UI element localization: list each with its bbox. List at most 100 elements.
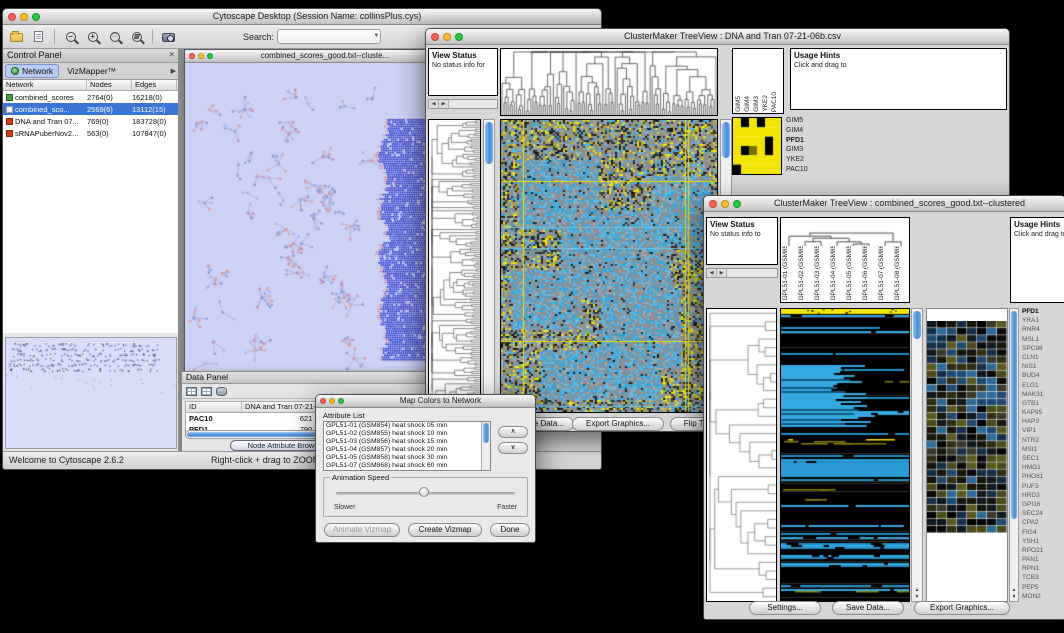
minimize-button[interactable] <box>721 200 729 208</box>
row-label[interactable]: PFD1 <box>786 137 826 144</box>
attribute-item[interactable]: GPL51-01 (GSM854) heat shock 05 min <box>324 422 490 430</box>
gene-label[interactable]: CPA2 <box>1022 519 1064 526</box>
column-header[interactable]: Edges <box>132 80 177 90</box>
gene-label[interactable]: TCB3 <box>1022 574 1064 581</box>
zoom-heatmap-canvas[interactable] <box>927 321 1007 533</box>
column-label[interactable]: GPL51-05 (GSM858) <box>845 246 861 300</box>
row-dendrogram-canvas[interactable] <box>707 309 776 601</box>
scroll-up-icon[interactable]: ▲ <box>1010 587 1018 594</box>
row-label[interactable]: PAC10 <box>786 166 826 173</box>
gene-label[interactable]: HRD3 <box>1022 492 1064 499</box>
gene-label[interactable]: HMG1 <box>1022 464 1064 471</box>
tab-vizmapper[interactable]: VizMapper™ <box>61 64 122 78</box>
gene-label[interactable]: NIS1 <box>1022 363 1064 370</box>
close-button[interactable] <box>189 53 195 59</box>
scrollbar-thumb[interactable] <box>722 122 730 158</box>
scroll-up-icon[interactable]: ▲ <box>912 587 922 594</box>
gene-label[interactable]: SEC24 <box>1022 510 1064 517</box>
gene-label[interactable]: CLN1 <box>1022 354 1064 361</box>
network-list-row[interactable]: DNA and Tran 07...769(0)183728(0) <box>3 115 178 127</box>
vertical-scrollbar[interactable]: ▲▼ <box>1009 308 1019 602</box>
heatmap-canvas[interactable] <box>781 309 909 601</box>
close-button[interactable] <box>431 33 439 41</box>
gene-label[interactable]: PEP5 <box>1022 584 1064 591</box>
gene-label[interactable]: SPC98 <box>1022 345 1064 352</box>
gene-label[interactable]: PFD1 <box>1022 308 1064 315</box>
dendrogram-hscrollbar[interactable]: ◀▶ <box>428 99 498 109</box>
database-icon[interactable] <box>216 387 227 396</box>
column-dendrogram-canvas[interactable] <box>501 49 717 115</box>
done-button[interactable]: Done <box>490 523 530 537</box>
gene-label[interactable]: GTB1 <box>1022 400 1064 407</box>
zoom-out-button[interactable] <box>61 27 80 46</box>
move-down-button[interactable]: ∨ <box>498 442 528 454</box>
gene-label[interactable]: VIP1 <box>1022 427 1064 434</box>
gene-label[interactable]: MSL1 <box>1022 336 1064 343</box>
attribute-listbox[interactable]: GPL51-01 (GSM854) heat shock 05 min GPL51… <box>323 421 491 471</box>
zoom-region-button[interactable] <box>127 27 146 46</box>
close-button[interactable] <box>709 200 717 208</box>
gene-label[interactable]: HAP3 <box>1022 418 1064 425</box>
speed-slider-thumb[interactable] <box>419 487 429 497</box>
column-label[interactable]: GPL51-04 (GSM857) <box>829 246 845 300</box>
save-button[interactable] <box>29 27 48 46</box>
gene-label[interactable]: MON2 <box>1022 593 1064 600</box>
scroll-left-icon[interactable]: ◀ <box>429 100 439 108</box>
zoom-window-button[interactable] <box>32 13 40 21</box>
export-graphics-button[interactable]: Export Graphics... <box>572 417 664 431</box>
tab-overflow-arrow[interactable]: ▶ <box>171 67 176 75</box>
row-dendrogram-canvas[interactable] <box>429 120 480 412</box>
column-label[interactable]: GIM5 <box>734 96 743 112</box>
scroll-right-icon[interactable]: ▶ <box>439 100 449 108</box>
treeview-combined-titlebar[interactable]: ClusterMaker TreeView : combined_scores_… <box>704 196 1064 212</box>
column-label[interactable]: GPL51-02 (GSM855) <box>797 246 813 300</box>
search-combobox[interactable]: ▾ <box>277 29 381 44</box>
vertical-scrollbar[interactable]: ▲▼ <box>911 308 923 602</box>
move-up-button[interactable]: ∧ <box>498 426 528 438</box>
create-vizmap-button[interactable]: Create Vizmap <box>408 523 482 537</box>
row-label[interactable]: GIM5 <box>786 117 826 124</box>
attribute-item[interactable]: GPL51-04 (GSM857) heat shock 20 min <box>324 446 490 454</box>
gene-label[interactable]: SEC1 <box>1022 455 1064 462</box>
close-icon[interactable]: ✕ <box>168 50 175 59</box>
column-label[interactable]: GIM3 <box>752 96 761 112</box>
zoom-window-button[interactable] <box>207 53 213 59</box>
row-label[interactable]: YKE2 <box>786 156 826 163</box>
gene-label[interactable]: ELG1 <box>1022 382 1064 389</box>
vertical-scrollbar[interactable]: ▲▼ <box>483 119 495 413</box>
network-overview-thumbnail[interactable] <box>5 337 177 449</box>
column-label[interactable]: GPL51-07 (GSM866) <box>877 246 893 300</box>
scrollbar-thumb[interactable] <box>913 311 921 339</box>
minimize-button[interactable] <box>198 53 204 59</box>
gene-label[interactable]: RNR4 <box>1022 326 1064 333</box>
gene-label[interactable]: PHO81 <box>1022 473 1064 480</box>
zoom-heatmap-canvas[interactable] <box>733 118 781 174</box>
zoom-window-button[interactable] <box>455 33 463 41</box>
scroll-down-icon[interactable]: ▼ <box>912 594 922 601</box>
gene-label[interactable]: GPI16 <box>1022 501 1064 508</box>
minimize-button[interactable] <box>443 33 451 41</box>
network-view-titlebar[interactable]: combined_scores_good.txt--cluste... <box>185 50 435 63</box>
gene-label[interactable]: PAN1 <box>1022 556 1064 563</box>
gene-label[interactable]: RPN1 <box>1022 565 1064 572</box>
zoom-window-button[interactable] <box>338 398 344 404</box>
minimize-button[interactable] <box>329 398 335 404</box>
row-label[interactable]: GIM3 <box>786 146 826 153</box>
attribute-item[interactable]: GPL51-03 (GSM856) heat shock 15 min <box>324 438 490 446</box>
dialog-titlebar[interactable]: Map Colors to Network <box>316 395 535 408</box>
scrollbar-thumb[interactable] <box>483 423 489 443</box>
network-graph-canvas[interactable] <box>185 63 435 378</box>
column-label[interactable]: GPL51-03 (GSM856) <box>813 246 829 300</box>
row-label[interactable]: GIM4 <box>786 127 826 134</box>
scrollbar-thumb[interactable] <box>1011 311 1017 519</box>
snapshot-button[interactable] <box>159 27 178 46</box>
network-list-row[interactable]: sRNAPuberNov2...563(0)107847(0) <box>3 127 178 139</box>
save-data-button[interactable]: Save Data... <box>832 601 904 615</box>
vertical-scrollbar[interactable] <box>481 422 490 470</box>
column-label[interactable]: GPL51-06 (GSM865) <box>861 246 877 300</box>
scroll-right-icon[interactable]: ▶ <box>717 269 727 277</box>
export-graphics-button[interactable]: Export Graphics... <box>914 601 1010 615</box>
heatmap-canvas[interactable] <box>501 120 717 412</box>
gene-label[interactable]: RPO21 <box>1022 547 1064 554</box>
network-list-row[interactable]: combined_sco...2569(6)13112(15) <box>3 103 178 115</box>
